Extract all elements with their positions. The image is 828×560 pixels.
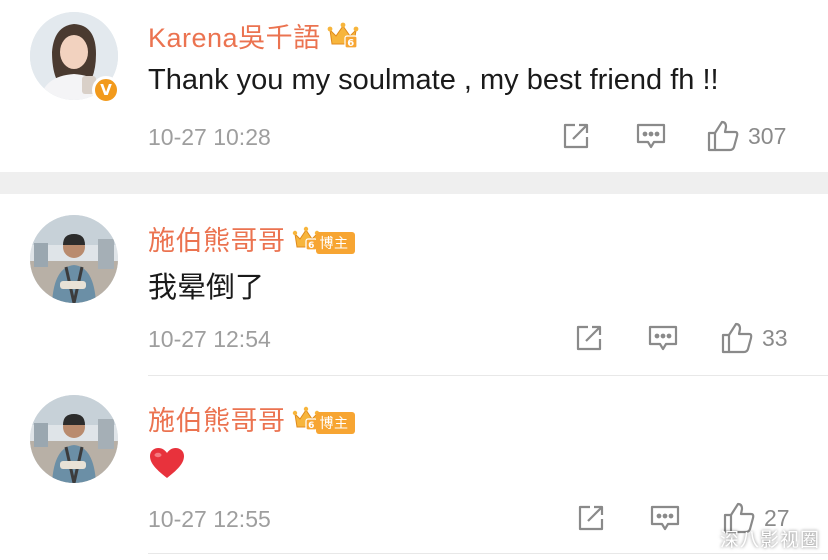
blogger-badge: 博主 xyxy=(315,411,355,434)
timestamp: 10-27 10:28 xyxy=(148,124,271,150)
share-icon xyxy=(563,123,589,149)
watermark: 深八影视圈 xyxy=(719,530,820,551)
username[interactable]: 施伯熊哥哥 6 博主 xyxy=(148,399,355,439)
username-text: 施伯熊哥哥 xyxy=(148,226,286,256)
comment-icon xyxy=(636,123,666,149)
verified-badge-icon: V xyxy=(92,76,120,104)
svg-text:6: 6 xyxy=(308,421,315,431)
share-button[interactable] xyxy=(574,323,604,353)
comment-divider xyxy=(148,375,828,376)
thumbs-up-icon xyxy=(721,322,753,354)
comment-text: Thank you my soulmate , my best friend f… xyxy=(148,64,719,96)
comment-icon xyxy=(648,325,678,351)
reply-button[interactable] xyxy=(649,503,681,533)
avatar[interactable] xyxy=(30,395,118,483)
username-text: Karena吳千語 xyxy=(148,23,321,53)
share-button[interactable] xyxy=(561,121,591,151)
share-icon xyxy=(578,505,604,531)
comment-text xyxy=(148,446,186,488)
timestamp: 10-27 12:55 xyxy=(148,506,271,532)
username[interactable]: Karena吳千語 6 xyxy=(148,16,359,57)
svg-text:6: 6 xyxy=(308,241,315,251)
like-count: 307 xyxy=(748,122,787,149)
comment-text: 我晕倒了 xyxy=(148,272,265,304)
timestamp: 10-27 12:54 xyxy=(148,326,271,352)
like-button[interactable]: 307 xyxy=(706,119,786,153)
svg-text:6: 6 xyxy=(347,38,354,49)
crown-vip-icon: 6 xyxy=(327,22,359,57)
reply-button[interactable] xyxy=(635,121,667,151)
share-icon xyxy=(576,325,602,351)
avatar[interactable] xyxy=(30,215,118,303)
like-count: 33 xyxy=(762,324,788,351)
comment-divider xyxy=(148,553,828,554)
reply-button[interactable] xyxy=(647,323,679,353)
blogger-badge: 博主 xyxy=(315,231,355,254)
comment-icon xyxy=(650,505,680,531)
username-text: 施伯熊哥哥 xyxy=(148,406,286,436)
share-button[interactable] xyxy=(576,503,606,533)
heart-emoji-icon xyxy=(150,448,184,478)
section-divider xyxy=(0,172,828,194)
like-button[interactable]: 33 xyxy=(720,321,788,355)
thumbs-up-icon xyxy=(707,120,739,152)
username[interactable]: 施伯熊哥哥 6 博主 xyxy=(148,219,355,259)
